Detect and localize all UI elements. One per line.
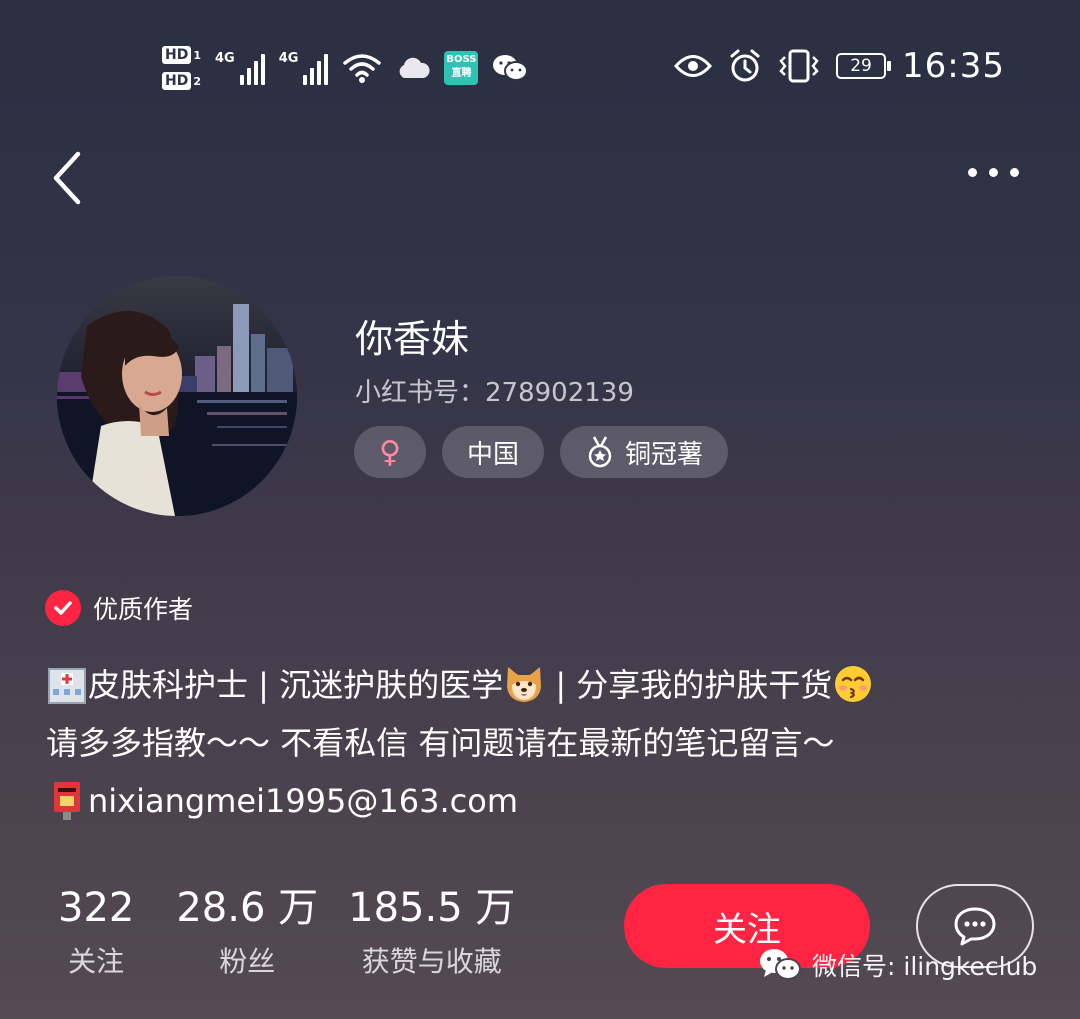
- hd-badge: HD: [162, 72, 192, 90]
- sim2-indicator: HD 2: [162, 72, 201, 90]
- chevron-left-icon[interactable]: [48, 148, 88, 208]
- wifi-icon: [343, 54, 382, 83]
- sim-number: 1: [193, 48, 201, 62]
- cloud-icon: [400, 57, 431, 78]
- gender-tag: ♀: [354, 426, 426, 478]
- status-bar-left: HD 1 HD 2 4G 4G BOSS 直聘: [162, 40, 529, 96]
- nickname: 你香妹: [355, 317, 470, 361]
- bio-line-1: 皮肤科护士 | 沉迷护肤的医学 | 分享我的护肤干货: [46, 656, 1056, 714]
- avatar[interactable]: [57, 276, 297, 516]
- profile-tags: ♀ 中国 铜冠薯: [354, 426, 729, 478]
- clock: 16:35: [902, 46, 1005, 86]
- stat-followers[interactable]: 28.6 万 粉丝: [176, 882, 318, 980]
- wechat-icon: [493, 55, 529, 81]
- bio-text-1a: 皮肤科护士 | 沉迷护肤的医学: [88, 666, 504, 704]
- bio-line-2: 请多多指教～～ 不看私信 有问题请在最新的笔记留言～: [46, 724, 835, 762]
- stat-label: 关注: [68, 945, 125, 978]
- profile-stats: 322 关注 28.6 万 粉丝 185.5 万 获赞与收藏: [58, 882, 515, 980]
- quality-author-badge[interactable]: 优质作者: [45, 590, 193, 626]
- level-label: 铜冠薯: [625, 439, 704, 470]
- stat-label: 粉丝: [219, 945, 276, 978]
- stat-value: 322: [58, 885, 135, 931]
- alarm-icon: [730, 49, 760, 82]
- shiba-dog-emoji: [507, 667, 542, 702]
- signal-icon: 4G: [215, 51, 265, 85]
- stat-likes-collections[interactable]: 185.5 万 获赞与收藏: [348, 882, 515, 980]
- chat-bubble-icon: [954, 907, 996, 946]
- watermark-text: 微信号: ilingkeclub: [812, 952, 1038, 981]
- bio: 皮肤科护士 | 沉迷护肤的医学 | 分享我的护肤干货 请多多指教～～ 不看私信 …: [46, 656, 1056, 830]
- bio-line-3: nixiangmei1995@163.com: [46, 772, 1056, 830]
- vibrate-icon: [779, 49, 819, 83]
- medal-icon: [588, 436, 612, 468]
- network-type: 4G: [278, 51, 299, 66]
- red-id: 小红书号：278902139: [355, 378, 634, 408]
- sim-number: 2: [193, 74, 201, 88]
- watermark: 微信号: ilingkeclub: [758, 946, 1037, 984]
- level-tag[interactable]: 铜冠薯: [560, 426, 729, 478]
- network-type: 4G: [215, 51, 235, 66]
- bio-text-1b: | 分享我的护肤干货: [545, 666, 833, 704]
- stat-value: 28.6 万: [176, 885, 319, 931]
- stat-following[interactable]: 322 关注: [58, 882, 134, 980]
- quality-author-label: 优质作者: [93, 595, 194, 624]
- hd-badge: HD: [162, 46, 192, 64]
- signal-icon: 4G: [279, 51, 329, 85]
- sim1-indicator: HD 1: [162, 46, 201, 64]
- kissing-face-emoji: [835, 666, 872, 702]
- wechat-logo-icon: [760, 949, 801, 980]
- sim-indicators: HD 1 HD 2: [162, 46, 201, 90]
- stat-value: 185.5 万: [348, 885, 516, 931]
- battery-icon: 29: [836, 53, 892, 79]
- stat-label: 获赞与收藏: [361, 945, 502, 978]
- postbox-emoji: [54, 782, 80, 820]
- more-dots-icon[interactable]: [968, 168, 1019, 177]
- boss-zhipin-icon: BOSS 直聘: [444, 51, 479, 85]
- bio-email: nixiangmei1995@163.com: [88, 782, 518, 820]
- hospital-emoji: [48, 668, 86, 704]
- check-icon: [45, 590, 81, 626]
- region-tag: 中国: [442, 426, 545, 478]
- status-bar-right: 29 16:35: [674, 46, 1005, 86]
- eye-icon: [674, 55, 713, 77]
